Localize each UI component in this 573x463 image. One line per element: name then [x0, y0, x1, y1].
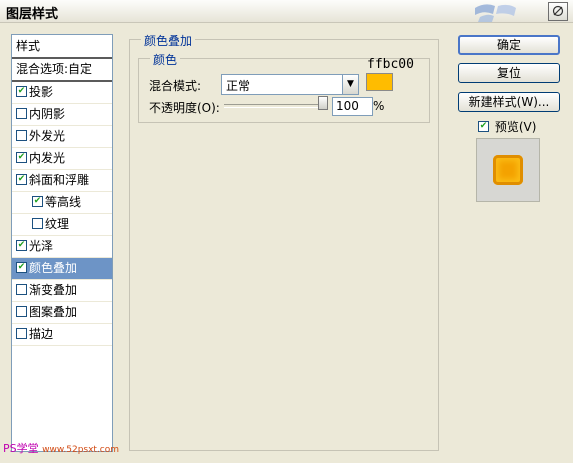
sidebar-item[interactable]: ✔ 光泽 [12, 236, 112, 258]
style-preview [476, 138, 540, 202]
sidebar-item[interactable]: ✔ 投影 [12, 82, 112, 104]
checkbox-icon[interactable] [16, 328, 27, 339]
watermark-text: PS学堂 [3, 442, 39, 455]
layer-style-dialog: 图层样式 样式 混合选项:自定 ✔ 投影 内阴影 外发光 ✔ 内发光 ✔ 斜面和浮雕 ✔ 等高线纹… [0, 0, 573, 463]
blend-mode-label: 混合模式: [149, 79, 202, 93]
sidebar-item-label: 内阴影 [29, 107, 66, 121]
sidebar-item-label: 描边 [29, 327, 54, 341]
title-bar: 图层样式 [0, 0, 573, 23]
sidebar-item[interactable]: 外发光 [12, 126, 112, 148]
checkbox-checked-icon[interactable]: ✔ [16, 174, 27, 185]
sidebar-item[interactable]: ✔ 内发光 [12, 148, 112, 170]
sidebar-item[interactable]: ✔ 等高线 [12, 192, 112, 214]
opacity-unit: % [373, 99, 385, 113]
sidebar-item[interactable]: 内阴影 [12, 104, 112, 126]
checkbox-icon[interactable] [32, 218, 43, 229]
opacity-label: 不透明度(O): [149, 101, 220, 115]
sidebar-item-label: 纹理 [45, 217, 70, 231]
sidebar-item-label: 渐变叠加 [29, 283, 78, 297]
opacity-input[interactable]: 100 [332, 97, 373, 116]
chevron-down-icon[interactable]: ▼ [342, 75, 358, 94]
preview-check-icon: ✔ [478, 121, 489, 132]
sidebar-item[interactable]: ✔ 斜面和浮雕 [12, 170, 112, 192]
opacity-slider-thumb[interactable] [318, 96, 328, 110]
preview-swatch [493, 155, 523, 185]
sidebar-item-label: 外发光 [29, 129, 66, 143]
reset-button[interactable]: 复位 [458, 63, 560, 83]
checkbox-icon[interactable] [16, 108, 27, 119]
sidebar-item-label: 斜面和浮雕 [29, 173, 90, 187]
preview-checkbox[interactable]: ✔ 预览(V) [478, 118, 536, 135]
opacity-slider-track[interactable] [224, 104, 325, 108]
checkbox-checked-icon[interactable]: ✔ [32, 196, 43, 207]
color-overlay-title: 颜色叠加 [141, 32, 196, 49]
preview-label: 预览(V) [494, 120, 537, 134]
sidebar-item[interactable]: 图案叠加 [12, 302, 112, 324]
checkbox-checked-icon[interactable]: ✔ [16, 86, 27, 97]
sidebar-item[interactable]: ✔ 颜色叠加 [12, 258, 112, 280]
sidebar-item-label: 内发光 [29, 151, 66, 165]
sidebar-item-label: 图案叠加 [29, 305, 78, 319]
new-style-button[interactable]: 新建样式(W)... [458, 92, 560, 112]
sidebar-item-label: 等高线 [45, 195, 82, 209]
watermark-url: www.52psxt.com [42, 445, 120, 455]
checkbox-checked-icon[interactable]: ✔ [16, 262, 27, 273]
blend-options-item[interactable]: 混合选项:自定 [12, 59, 112, 82]
sidebar-item-label: 光泽 [29, 239, 54, 253]
checkbox-icon[interactable] [16, 306, 27, 317]
close-icon [552, 5, 564, 17]
checkbox-checked-icon[interactable]: ✔ [16, 240, 27, 251]
checkbox-icon[interactable] [16, 284, 27, 295]
watermark: PS学堂 www.52psxt.com [3, 440, 119, 456]
blend-mode-value: 正常 [226, 79, 251, 93]
sidebar-item-label: 颜色叠加 [29, 261, 78, 275]
sidebar-item[interactable]: 描边 [12, 324, 112, 346]
color-hex-label: ffbc00 [367, 57, 414, 72]
color-subgroup-title: 颜色 [150, 51, 181, 68]
windows-logo-icon [475, 4, 516, 22]
blend-mode-select[interactable]: 正常 ▼ [221, 74, 359, 95]
sidebar-item[interactable]: 渐变叠加 [12, 280, 112, 302]
ok-button[interactable]: 确定 [458, 35, 560, 55]
sidebar-item[interactable]: 纹理 [12, 214, 112, 236]
style-list-header[interactable]: 样式 [12, 35, 112, 59]
checkbox-icon[interactable] [16, 130, 27, 141]
overlay-color-swatch[interactable] [366, 73, 393, 91]
sidebar-item-label: 投影 [29, 85, 54, 99]
window-title: 图层样式 [6, 7, 59, 22]
checkbox-checked-icon[interactable]: ✔ [16, 152, 27, 163]
style-list: 样式 混合选项:自定 ✔ 投影 内阴影 外发光 ✔ 内发光 ✔ 斜面和浮雕 ✔ 等高线 纹理 ✔ 光泽 ✔… [11, 34, 113, 452]
close-button[interactable] [548, 2, 568, 21]
